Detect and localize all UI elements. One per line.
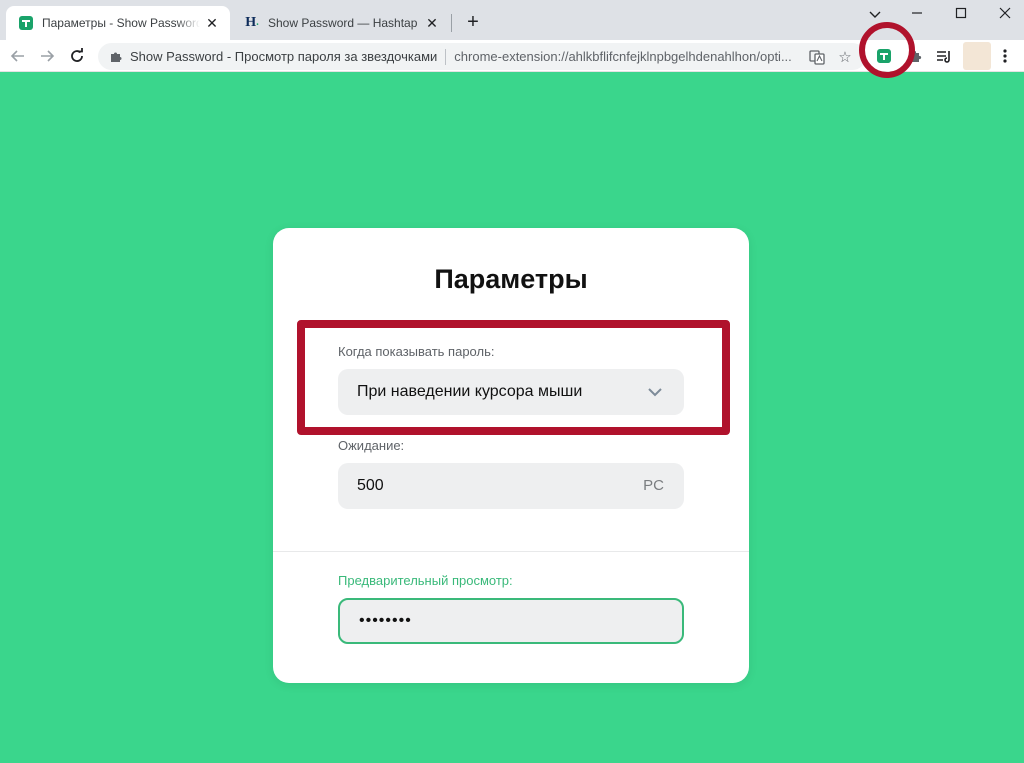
omnibox-divider [445,48,447,65]
hashtap-icon: H. [245,15,259,30]
preview-value: •••••••• [359,612,412,629]
url-text: chrome-extension://ahlkbflifcnfejklnpbge… [454,49,792,64]
wait-unit: PC [643,477,664,494]
chevron-down-icon [646,383,664,401]
page-title: Параметры [434,264,588,294]
close-tab-icon[interactable]: ✕ [204,15,220,31]
address-bar[interactable]: Show Password - Просмотр пароля за звезд… [98,43,866,70]
maximize-icon[interactable] [950,0,972,26]
site-name: Show Password - Просмотр пароля за звезд… [130,49,438,64]
browser-toolbar: Show Password - Просмотр пароля за звезд… [0,40,1024,72]
puzzle-icon [108,49,124,65]
wait-value: 500 [357,477,384,494]
wait-label: Ожидание: [338,438,405,453]
profile-avatar[interactable] [963,42,991,70]
preview-password-input[interactable]: •••••••• [338,598,684,644]
minimize-icon[interactable] [906,0,928,26]
show-mode-value: При наведении курсора мыши [357,383,583,400]
tab-title: Show Password — Hashtap [268,16,418,30]
tab-separator [451,14,452,32]
show-password-icon [18,15,34,31]
preview-label: Предварительный просмотр: [338,573,513,588]
back-icon[interactable] [6,44,30,68]
translate-icon[interactable] [808,48,826,66]
close-tab-icon[interactable]: ✕ [424,15,440,31]
tab-search-icon[interactable] [864,2,886,28]
tab-title: Параметры - Show Password - Про [42,16,200,30]
settings-card: Параметры Когда показывать пароль: При н… [273,228,749,683]
extensions-puzzle-icon[interactable] [903,44,927,68]
tab-settings[interactable]: Параметры - Show Password - Про ✕ [6,6,230,40]
hashtap-icon-letter: H [245,15,257,30]
more-menu-icon[interactable] [993,44,1017,68]
wait-input[interactable]: 500 PC [338,463,684,509]
forward-icon[interactable] [35,44,59,68]
new-tab-button[interactable]: + [462,11,484,33]
show-mode-select[interactable]: При наведении курсора мыши [338,369,684,415]
bookmark-star-icon[interactable]: ☆ [836,48,854,66]
tab-hashtap[interactable]: H. Show Password — Hashtap ✕ [232,6,450,40]
tab-strip: Параметры - Show Password - Про ✕ H. Sho… [0,0,1024,40]
show-mode-label: Когда показывать пароль: [338,344,495,359]
show-password-extension-icon[interactable] [872,44,896,68]
card-divider [273,551,749,552]
reload-icon[interactable] [65,44,89,68]
close-window-icon[interactable] [994,0,1016,26]
reading-list-icon[interactable] [932,44,956,68]
